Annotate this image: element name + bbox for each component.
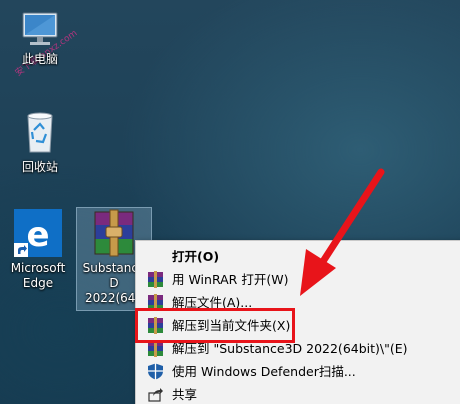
annotation-arrow [300,168,385,296]
